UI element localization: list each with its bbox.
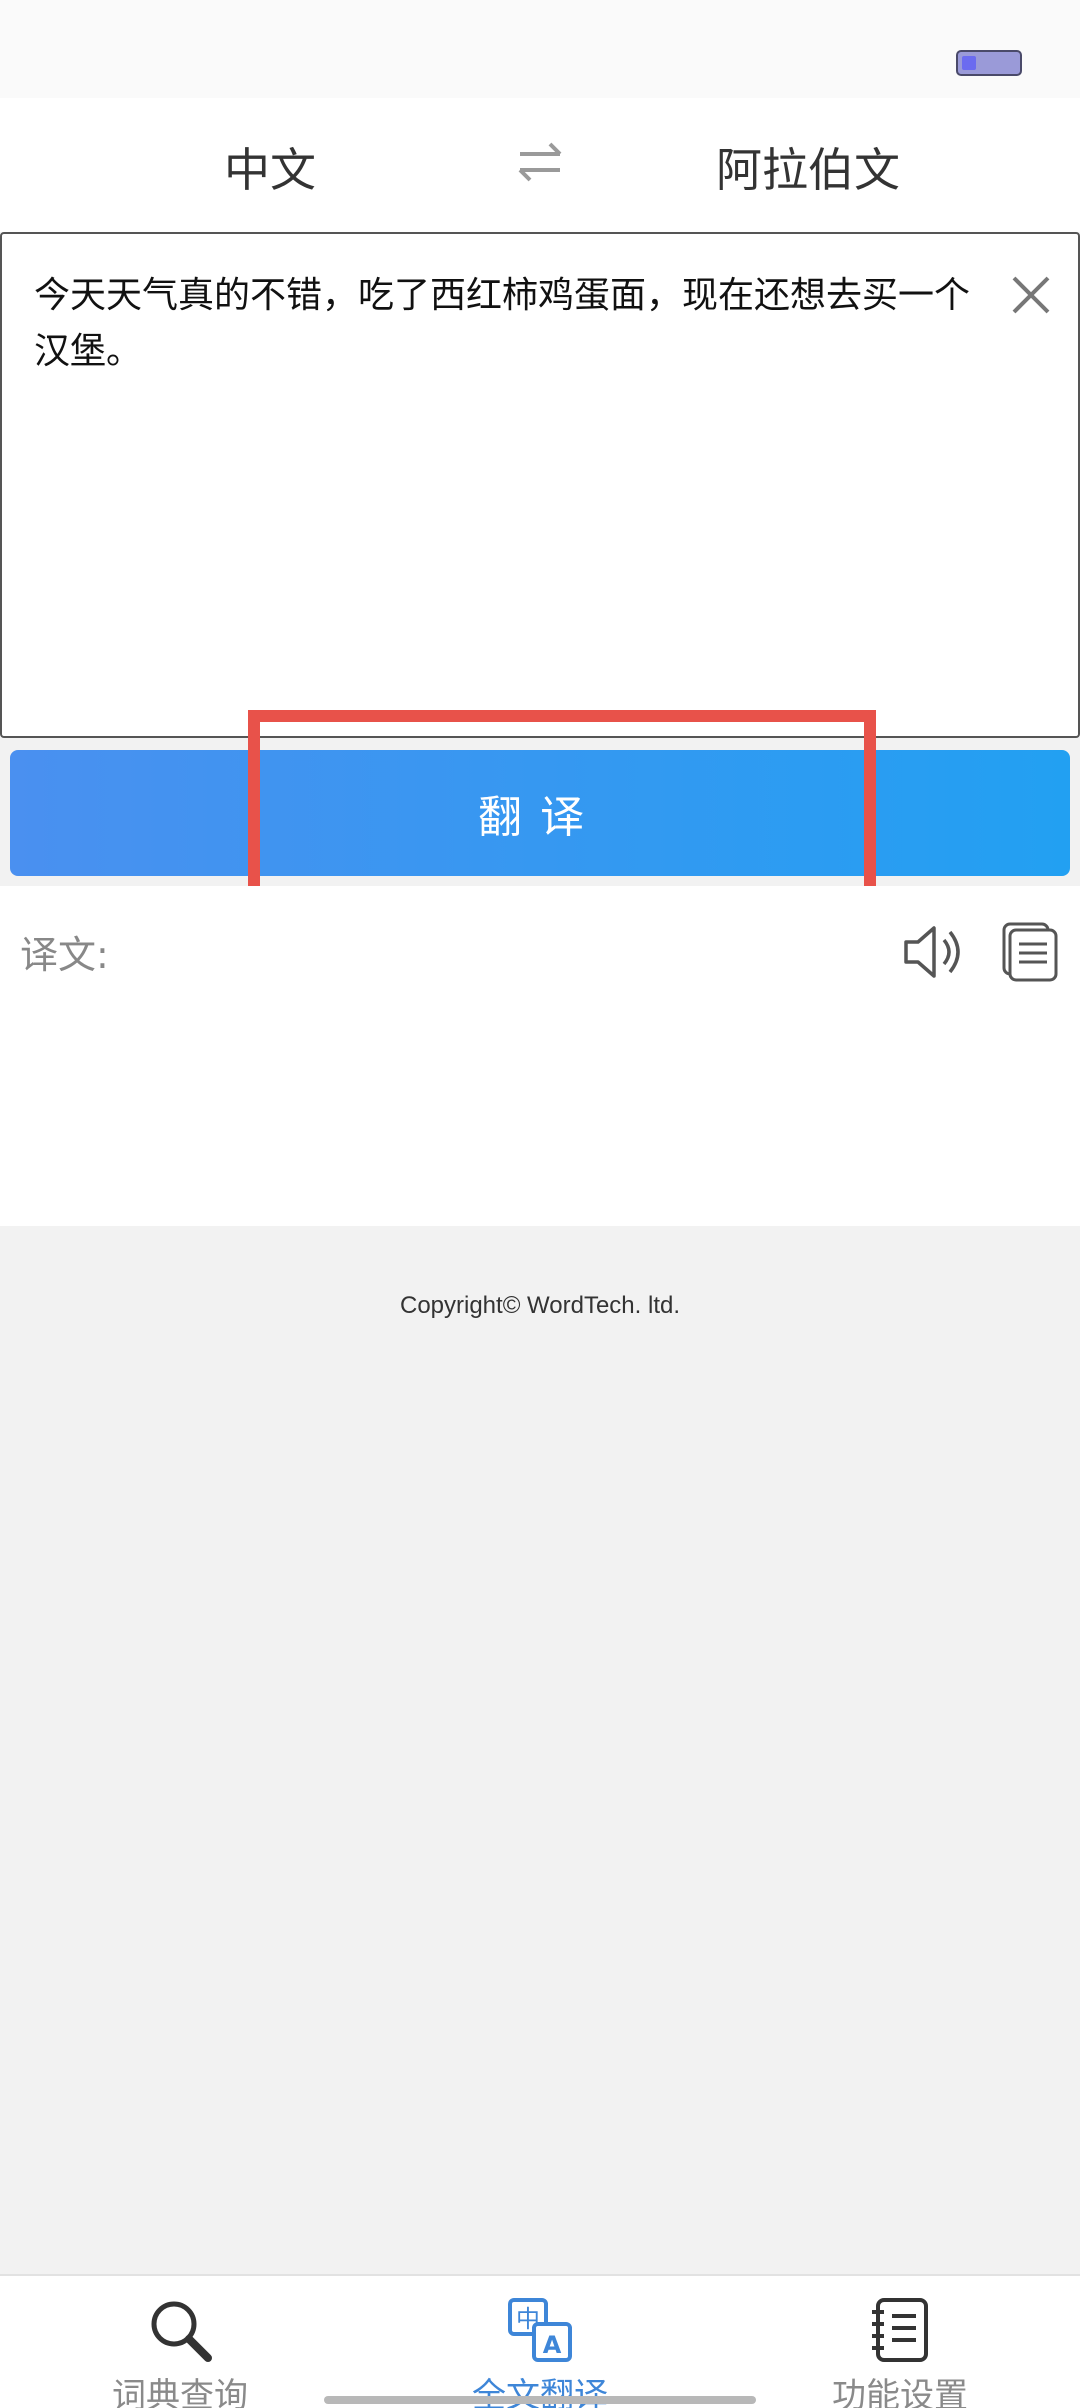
copyright-text: Copyright© WordTech. ltd. xyxy=(399,1292,681,1319)
status-bar xyxy=(0,0,1080,98)
home-indicator[interactable] xyxy=(324,2396,756,2404)
tab-settings-label: 功能设置 xyxy=(832,2376,968,2408)
battery-icon xyxy=(956,50,1022,76)
copy-icon[interactable] xyxy=(1000,920,1060,984)
target-language-button[interactable]: 阿拉伯文 xyxy=(716,134,900,200)
speaker-icon[interactable] xyxy=(900,920,964,984)
search-icon xyxy=(151,2301,212,2362)
close-icon[interactable] xyxy=(1006,270,1056,320)
swap-arrows-icon[interactable] xyxy=(514,138,566,186)
result-label: 译文: xyxy=(20,933,109,977)
language-bar: 中文 阿拉伯文 xyxy=(0,98,1080,232)
tab-translate[interactable]: 中 A 全文翻译 xyxy=(360,2276,720,2408)
tab-dictionary-label: 词典查询 xyxy=(112,2376,248,2408)
source-text[interactable]: 今天天气真的不错，吃了西红柿鸡蛋面，现在还想去买一个汉堡。 xyxy=(34,268,994,380)
tab-dictionary[interactable]: 词典查询 xyxy=(0,2276,360,2408)
notebook-icon xyxy=(872,2298,928,2362)
source-text-input[interactable]: 今天天气真的不错，吃了西红柿鸡蛋面，现在还想去买一个汉堡。 xyxy=(0,232,1080,738)
result-area: 译文: xyxy=(0,886,1080,1226)
battery-level xyxy=(962,56,976,70)
svg-text:A: A xyxy=(543,2331,562,2359)
bottom-tab-bar: 词典查询 中 A 全文翻译 功能设置 xyxy=(0,2274,1080,2408)
translate-button[interactable]: 翻译 xyxy=(10,750,1070,876)
source-language-button[interactable]: 中文 xyxy=(224,134,316,200)
tab-settings[interactable]: 功能设置 xyxy=(720,2276,1080,2408)
translate-icon: 中 A xyxy=(508,2298,572,2362)
